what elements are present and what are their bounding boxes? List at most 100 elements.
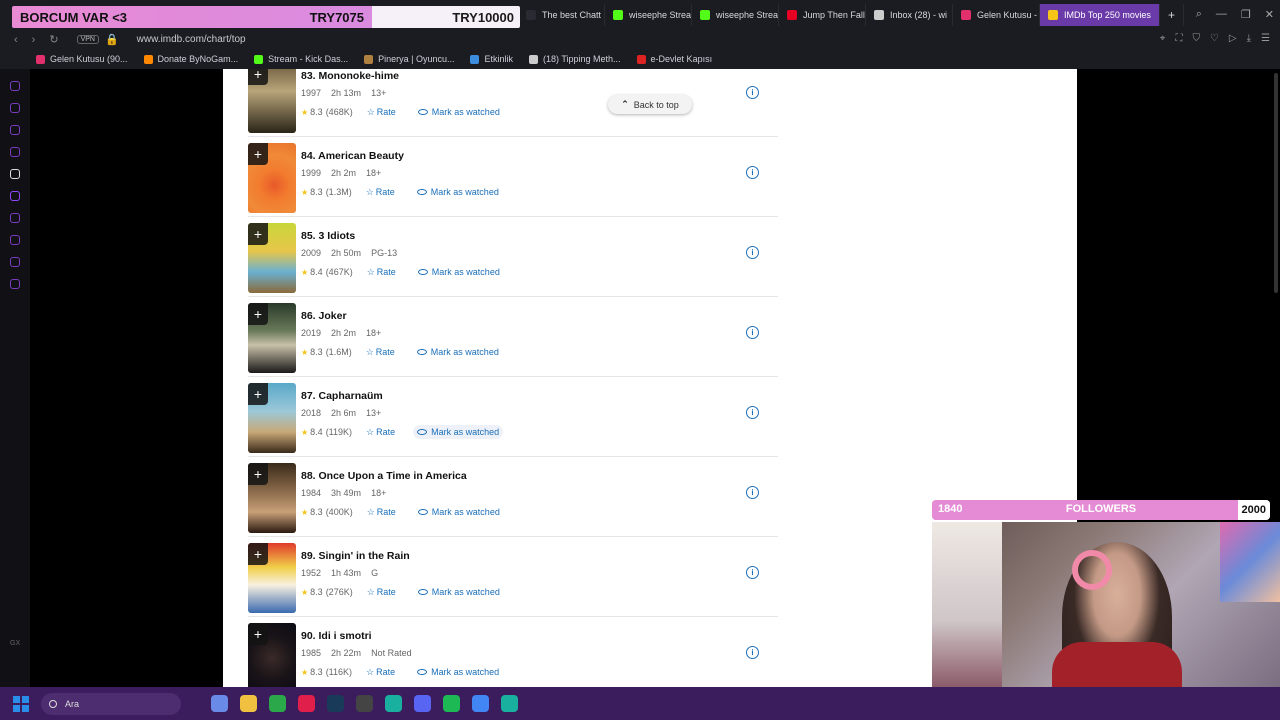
sidebar-news-icon[interactable] (10, 147, 20, 157)
back-to-top-button[interactable]: ⌃ Back to top (608, 95, 692, 114)
sidebar-settings-icon[interactable] (10, 279, 20, 289)
movie-poster[interactable]: + (248, 303, 296, 373)
copilot-icon[interactable] (211, 695, 228, 712)
url-field[interactable]: www.imdb.com/chart/top (137, 34, 246, 45)
add-to-watchlist-icon[interactable]: + (248, 383, 268, 405)
browser-tab[interactable]: wiseephe Strea (692, 4, 779, 26)
info-icon[interactable]: i (746, 86, 759, 99)
forward-icon[interactable]: › (32, 34, 36, 46)
sidebar-player-icon[interactable] (10, 213, 20, 223)
sidebar-twitch-icon[interactable] (10, 191, 20, 201)
mark-as-watched-button[interactable]: Mark as watched (414, 505, 504, 519)
mark-as-watched-button[interactable]: Mark as watched (413, 425, 504, 439)
info-icon[interactable]: i (746, 486, 759, 499)
sidebar-messenger-icon[interactable] (10, 103, 20, 113)
menu-icon[interactable]: ☰ (1261, 33, 1270, 44)
movie-title[interactable]: 90. Idi i smotri (301, 630, 372, 642)
bookmark-item[interactable]: (18) Tipping Meth... (529, 54, 621, 64)
browser-tab[interactable]: The best Chatt (518, 4, 605, 26)
add-to-watchlist-icon[interactable]: + (248, 143, 268, 165)
mark-as-watched-button[interactable]: Mark as watched (414, 265, 504, 279)
movie-poster[interactable]: + (248, 143, 296, 213)
play-icon[interactable]: ▷ (1229, 33, 1237, 44)
download-icon[interactable]: ⤓ (1247, 33, 1251, 44)
sidebar-extensions-icon[interactable] (10, 257, 20, 267)
new-tab-button[interactable]: + (1160, 4, 1185, 26)
movie-poster[interactable]: + (248, 543, 296, 613)
movie-poster[interactable]: + (248, 223, 296, 293)
rate-button[interactable]: ☆ Rate (366, 347, 395, 358)
movie-title[interactable]: 87. Capharnaüm (301, 390, 383, 402)
minimize-icon[interactable]: — (1216, 8, 1227, 21)
rate-button[interactable]: ☆ Rate (366, 187, 395, 198)
snapshot-icon[interactable]: ⛶ (1175, 33, 1182, 44)
bookmark-item[interactable]: Donate ByNoGam... (143, 54, 238, 64)
info-icon[interactable]: i (746, 326, 759, 339)
bookmark-item[interactable]: Etkinlik (470, 54, 513, 64)
add-to-watchlist-icon[interactable]: + (248, 543, 268, 565)
sidebar-history-icon[interactable] (10, 235, 20, 245)
movie-title[interactable]: 83. Mononoke-hime (301, 70, 399, 82)
movie-poster[interactable]: + (248, 383, 296, 453)
game-app-icon[interactable] (385, 695, 402, 712)
rate-button[interactable]: ☆ Rate (367, 267, 396, 278)
reload-icon[interactable]: ↻ (49, 33, 58, 46)
mark-as-watched-button[interactable]: Mark as watched (413, 185, 503, 199)
obs-icon[interactable] (356, 695, 373, 712)
rate-button[interactable]: ☆ Rate (366, 427, 395, 438)
add-to-watchlist-icon[interactable]: + (248, 303, 268, 325)
rate-button[interactable]: ☆ Rate (367, 507, 396, 518)
mark-as-watched-button[interactable]: Mark as watched (414, 585, 504, 599)
mark-as-watched-button[interactable]: Mark as watched (413, 665, 503, 679)
bookmark-item[interactable]: Pinerya | Oyuncu... (364, 54, 454, 64)
bookmark-item[interactable]: Gelen Kutusu (90... (36, 54, 128, 64)
close-icon[interactable]: ✕ (1265, 8, 1274, 21)
add-to-watchlist-icon[interactable]: + (248, 623, 268, 645)
movie-title[interactable]: 86. Joker (301, 310, 347, 322)
movie-poster[interactable]: + (248, 623, 296, 687)
windows-start-icon[interactable] (13, 695, 29, 712)
maximize-icon[interactable]: ❐ (1241, 8, 1251, 21)
movie-poster[interactable]: + (248, 69, 296, 133)
info-icon[interactable]: i (746, 166, 759, 179)
search-icon[interactable]: ⌕ (1196, 8, 1202, 21)
heart-icon[interactable]: ♡ (1210, 33, 1219, 44)
spotify-icon[interactable] (443, 695, 460, 712)
mark-as-watched-button[interactable]: Mark as watched (414, 105, 504, 119)
sidebar-aria-icon[interactable] (10, 169, 20, 179)
taskbar-search[interactable]: Ara (41, 692, 181, 715)
browser-tab[interactable]: Jump Then Fall (779, 4, 866, 26)
info-icon[interactable]: i (746, 566, 759, 579)
sidebar-speed-icon[interactable] (10, 81, 20, 91)
rate-button[interactable]: ☆ Rate (367, 107, 396, 118)
chrome-icon[interactable] (472, 695, 489, 712)
bookmark-item[interactable]: e-Devlet Kapısı (636, 54, 712, 64)
info-icon[interactable]: i (746, 246, 759, 259)
add-to-watchlist-icon[interactable]: + (248, 223, 268, 245)
info-icon[interactable]: i (746, 406, 759, 419)
steam-icon[interactable] (327, 695, 344, 712)
rate-button[interactable]: ☆ Rate (367, 587, 396, 598)
movie-title[interactable]: 89. Singin' in the Rain (301, 550, 410, 562)
browser-tab[interactable]: wiseephe Strea (605, 4, 692, 26)
vpn-badge[interactable]: VPN (76, 35, 99, 44)
sidebar-controller-icon[interactable] (10, 125, 20, 135)
info-icon[interactable]: i (746, 646, 759, 659)
shield-icon[interactable]: ⛉ (1192, 33, 1200, 44)
browser-tab[interactable]: Inbox (28) - wi (866, 4, 953, 26)
opera-gx-icon[interactable] (298, 695, 315, 712)
rate-button[interactable]: ☆ Rate (366, 667, 395, 678)
file-explorer-icon[interactable] (240, 695, 257, 712)
browser-tab[interactable]: IMDb Top 250 movies (1040, 4, 1160, 26)
xbox-icon[interactable] (269, 695, 286, 712)
pin-icon[interactable]: ⌖ (1160, 33, 1166, 44)
back-icon[interactable]: ‹ (14, 34, 18, 46)
movie-poster[interactable]: + (248, 463, 296, 533)
mark-as-watched-button[interactable]: Mark as watched (413, 345, 503, 359)
page-scrollbar[interactable] (1274, 73, 1278, 293)
movie-title[interactable]: 88. Once Upon a Time in America (301, 470, 467, 482)
browser-tab[interactable]: Gelen Kutusu - (953, 4, 1040, 26)
bookmark-item[interactable]: Stream - Kick Das... (254, 54, 348, 64)
add-to-watchlist-icon[interactable]: + (248, 69, 268, 85)
movie-title[interactable]: 85. 3 Idiots (301, 230, 355, 242)
